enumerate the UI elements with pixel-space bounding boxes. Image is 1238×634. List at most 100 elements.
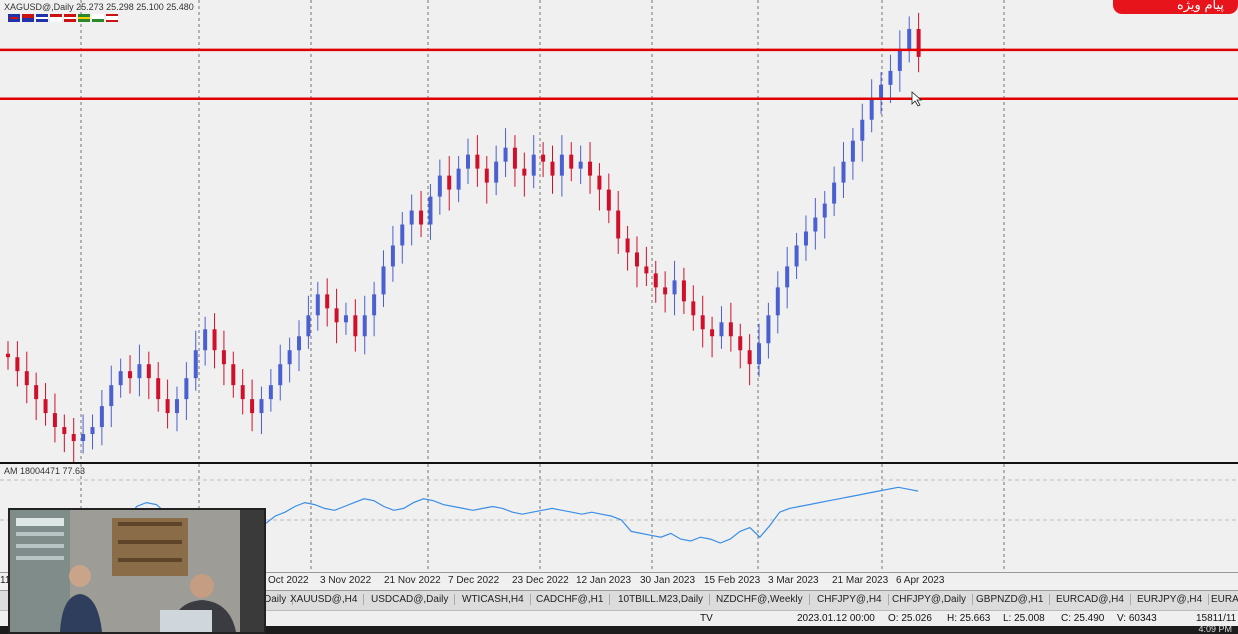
chart-tab[interactable]: CHFJPY@,H4 [817,594,889,605]
chart-tab[interactable]: CHFJPY@,Daily [892,594,974,605]
time-axis-label: 7 Dec 2022 [448,575,500,586]
taskbar-clock: 4:09 PM [1198,624,1232,634]
candle-body-18 [174,399,179,414]
candle-body-30 [287,350,292,365]
status-volume: V: 60343 [1117,613,1157,624]
price-chart[interactable]: XAGUSD@,Daily 25.273 25.298 25.100 25.48… [0,0,1238,462]
status-tv: TV [700,613,713,624]
chart-tab[interactable]: NZDCHF@,Weekly [716,594,810,605]
candle-body-56 [531,154,536,176]
candle-body-54 [512,147,517,169]
candle-body-57 [541,154,546,162]
candle-body-4 [43,399,48,414]
candle-body-22 [212,329,217,351]
time-axis-label: 6 Apr 2023 [896,575,945,586]
chart-tab[interactable]: CADCHF@,H1 [536,594,611,605]
candle-body-14 [137,364,142,379]
candle-body-49 [466,154,470,169]
candle-body-62 [588,161,593,176]
time-axis-label: 12 Jan 2023 [576,575,632,586]
special-message-button[interactable]: پیام ویژه [1113,0,1238,14]
status-close: C: 25.490 [1061,613,1105,624]
candle-body-84 [794,245,799,267]
candle-body-71 [672,280,677,295]
candle-body-29 [278,364,283,386]
candle-body-13 [128,371,133,379]
candle-body-81 [766,315,771,344]
chart-tab[interactable]: EURJPY@,H4 [1137,594,1210,605]
time-axis-label: 30 Jan 2023 [640,575,696,586]
candle-body-78 [738,336,743,351]
candle-body-87 [822,203,827,218]
flag-icons [8,11,138,29]
chart-tab[interactable]: 10TBILL.M23,Daily [618,594,711,605]
chart-tab[interactable]: GBPNZD@,H1 [976,594,1051,605]
chart-tab[interactable]: Daily [264,594,294,605]
status-memory: 15811/11 [1196,613,1237,624]
candle-body-96 [907,28,912,50]
candle-body-25 [240,385,245,400]
candle-body-33 [315,294,320,316]
candle-body-90 [850,140,855,162]
candle-body-64 [606,189,611,211]
candle-body-59 [559,154,564,176]
candle-body-10 [99,406,104,428]
candle-body-95 [897,49,902,71]
candle-body-45 [428,196,433,225]
indicator-title: AM 18004471 77.63 [4,466,86,476]
status-high: H: 25.663 [947,613,991,624]
candle-body-37 [353,315,358,337]
candle-body-97 [916,28,921,57]
candle-body-94 [888,70,893,85]
candle-body-35 [334,308,339,323]
time-axis-label: 23 Dec 2022 [512,575,569,586]
mouse-cursor-icon [911,91,923,107]
price-chart-svg [0,0,1238,462]
candle-body-24 [231,364,236,386]
candle-body-19 [184,378,189,400]
chart-tab[interactable]: EURA [1211,594,1238,605]
candle-body-50 [475,154,480,169]
candle-body-66 [625,238,630,253]
candle-body-60 [569,154,574,169]
chart-tab[interactable]: WTICASH,H4 [462,594,531,605]
candle-body-83 [785,266,790,288]
candle-body-1 [15,357,20,372]
candle-body-93 [879,84,884,99]
candle-body-85 [803,231,808,246]
status-open: O: 25.026 [888,613,932,624]
candle-body-92 [869,98,874,120]
candle-body-34 [325,294,330,309]
candle-body-72 [681,280,686,302]
candle-body-6 [62,427,67,435]
chart-tab[interactable]: EURCAD@,H4 [1056,594,1131,605]
webcam-overlay [8,508,266,634]
candle-body-68 [644,266,649,274]
candle-body-86 [813,217,818,232]
candle-body-52 [494,161,499,183]
candle-body-91 [860,119,865,141]
candle-body-88 [832,182,837,204]
candle-body-76 [719,322,724,337]
candle-body-53 [503,147,508,162]
candle-body-89 [841,161,846,183]
chart-tab[interactable]: USDCAD@,Daily [371,594,456,605]
candle-body-46 [437,175,442,197]
candle-body-23 [221,350,226,365]
candle-body-70 [663,287,668,295]
candle-body-43 [409,210,414,225]
candle-body-65 [616,210,621,239]
candle-body-27 [259,399,264,414]
candle-body-9 [90,427,95,435]
time-axis-label: 21 Nov 2022 [384,575,441,586]
candle-body-39 [372,294,377,316]
candle-body-79 [747,350,752,365]
chart-tab[interactable]: XAUUSD@,H4 [290,594,365,605]
candle-body-3 [34,385,39,400]
candle-body-12 [118,371,123,386]
time-axis-label: 3 Mar 2023 [768,575,819,586]
candle-body-63 [597,175,602,190]
candle-body-42 [400,224,405,246]
time-axis-label: 15 Feb 2023 [704,575,761,586]
candle-body-58 [550,161,555,176]
